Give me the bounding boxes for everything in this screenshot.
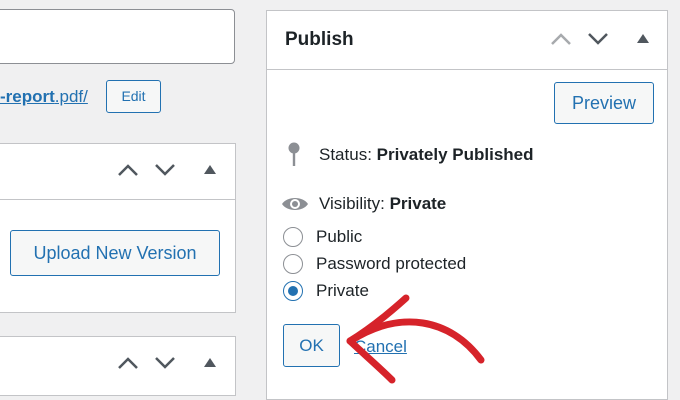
radio-private-label[interactable]: Private — [316, 281, 369, 301]
next-panel — [0, 336, 236, 396]
chevron-up-icon[interactable] — [117, 163, 139, 177]
chevron-up-icon[interactable] — [117, 356, 139, 370]
next-panel-header — [0, 337, 235, 392]
permalink-tail[interactable]: .pdf/ — [55, 87, 88, 106]
document-panel-header — [0, 144, 235, 200]
triangle-up-icon[interactable] — [204, 358, 216, 367]
status-label: Status: — [319, 145, 372, 164]
status-value: Privately Published — [376, 145, 534, 164]
title-input[interactable] — [0, 9, 235, 64]
pin-icon — [287, 142, 301, 173]
cancel-link[interactable]: Cancel — [354, 337, 407, 357]
radio-password-protected-label[interactable]: Password protected — [316, 254, 466, 274]
eye-icon — [281, 195, 309, 218]
radio-password-protected[interactable] — [283, 254, 303, 274]
chevron-up-icon[interactable] — [550, 32, 572, 46]
radio-public-label[interactable]: Public — [316, 227, 362, 247]
chevron-down-icon[interactable] — [154, 163, 176, 177]
visibility-label: Visibility: — [319, 194, 385, 213]
triangle-up-icon[interactable] — [204, 165, 216, 174]
publish-title: Publish — [285, 29, 354, 50]
triangle-up-icon[interactable] — [637, 34, 649, 43]
radio-public[interactable] — [283, 227, 303, 247]
chevron-down-icon[interactable] — [587, 32, 609, 46]
upload-new-version-button[interactable]: Upload New Version — [10, 230, 220, 276]
permalink-link[interactable]: -report — [0, 87, 55, 106]
visibility-value: Private — [389, 194, 447, 213]
radio-private[interactable] — [283, 281, 303, 301]
status-row: Status: Privately Published — [319, 145, 534, 165]
edit-permalink-button[interactable]: Edit — [106, 80, 161, 113]
document-panel: Upload New Version — [0, 143, 236, 313]
publish-panel-header: Publish — [267, 11, 667, 70]
preview-button[interactable]: Preview — [554, 82, 654, 124]
ok-button[interactable]: OK — [283, 324, 340, 367]
permalink-slug: -report — [0, 87, 55, 106]
permalink: -report.pdf/ — [0, 84, 88, 112]
chevron-down-icon[interactable] — [154, 356, 176, 370]
visibility-row: Visibility: Private — [319, 194, 446, 214]
publish-panel: Publish Preview Status: Privately Publis… — [266, 10, 668, 400]
